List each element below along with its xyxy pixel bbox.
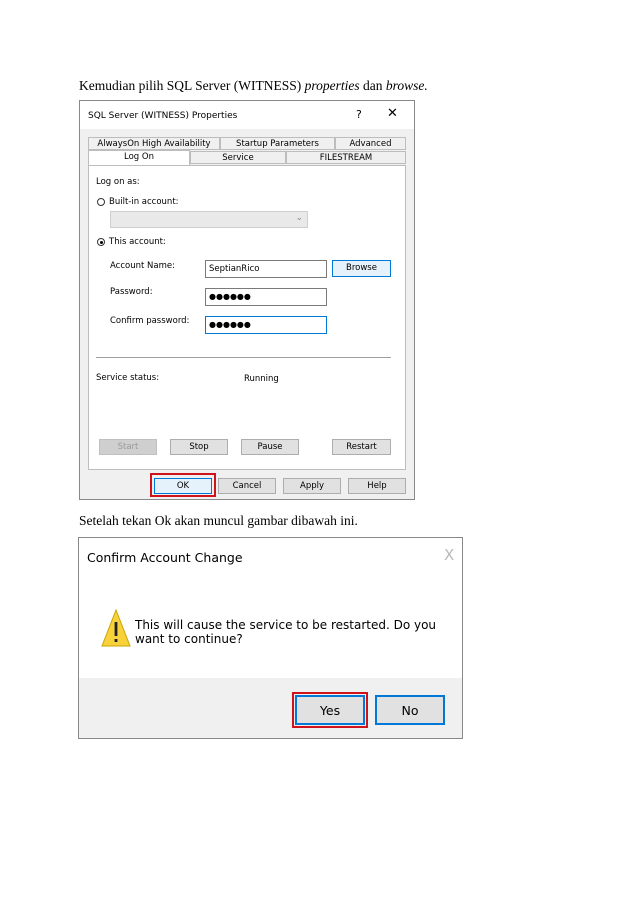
start-button[interactable]: Start [99, 439, 157, 455]
confirm-password-value: ●●●●●● [209, 320, 251, 329]
apply-button[interactable]: Apply [283, 478, 341, 494]
builtin-account-label: Built-in account: [109, 197, 179, 207]
cancel-label: Cancel [232, 481, 262, 491]
account-name-input[interactable]: SeptianRico [205, 260, 327, 278]
para1-italic-browse: browse. [385, 78, 428, 93]
builtin-account-radio[interactable] [97, 198, 105, 206]
dialog-titlebar: SQL Server (WITNESS) Properties ? ✕ [80, 101, 414, 129]
pause-label: Pause [257, 442, 283, 452]
ok-highlight-box [150, 473, 216, 497]
dialog-title: SQL Server (WITNESS) Properties [88, 111, 238, 121]
start-label: Start [117, 442, 139, 452]
builtin-account-select[interactable]: ⌄ [110, 211, 308, 228]
service-status-value: Running [244, 374, 279, 384]
tab-service[interactable]: Service [190, 151, 286, 164]
password-input[interactable]: ●●●●●● [205, 288, 327, 306]
this-account-label: This account: [109, 237, 166, 247]
para1-italic-properties: properties [304, 78, 360, 93]
cancel-button[interactable]: Cancel [218, 478, 276, 494]
apply-label: Apply [300, 481, 324, 491]
no-button[interactable]: No [375, 695, 445, 725]
section-divider [96, 357, 391, 358]
help-label: Help [367, 481, 387, 491]
restart-label: Restart [346, 442, 377, 452]
password-value: ●●●●●● [209, 292, 251, 301]
confirm-account-change-dialog: Confirm Account Change X This will cause… [78, 537, 463, 739]
restart-button[interactable]: Restart [332, 439, 391, 455]
password-label: Password: [110, 287, 153, 297]
sql-server-properties-dialog: SQL Server (WITNESS) Properties ? ✕ Alwa… [79, 100, 415, 500]
warning-icon [101, 608, 131, 647]
stop-button[interactable]: Stop [170, 439, 228, 455]
account-name-label: Account Name: [110, 261, 175, 271]
tab-filestream[interactable]: FILESTREAM [286, 151, 406, 164]
tab-alwayson[interactable]: AlwaysOn High Availability [88, 137, 220, 150]
help-icon[interactable]: ? [356, 108, 362, 121]
dialog-title: Confirm Account Change [87, 550, 243, 565]
instruction-paragraph-1: Kemudian pilih SQL Server (WITNESS) prop… [79, 78, 428, 94]
this-account-radio[interactable] [97, 238, 105, 246]
tab-startup-parameters[interactable]: Startup Parameters [220, 137, 335, 150]
close-icon[interactable]: X [444, 546, 454, 564]
no-label: No [401, 703, 419, 718]
browse-label: Browse [346, 263, 377, 273]
browse-button[interactable]: Browse [332, 260, 391, 277]
confirm-password-label: Confirm password: [110, 316, 190, 326]
tab-label: Advanced [349, 139, 392, 149]
stop-label: Stop [189, 442, 209, 452]
tab-label: FILESTREAM [319, 153, 373, 163]
confirm-password-input[interactable]: ●●●●●● [205, 316, 327, 334]
pause-button[interactable]: Pause [241, 439, 299, 455]
confirm-message: This will cause the service to be restar… [135, 618, 437, 646]
service-status-label: Service status: [96, 373, 160, 383]
help-button[interactable]: Help [348, 478, 406, 494]
tab-log-on[interactable]: Log On [88, 150, 190, 165]
tab-label: Log On [124, 152, 154, 162]
yes-highlight-box [292, 692, 368, 728]
tab-label: Service [222, 153, 254, 163]
tab-label: Startup Parameters [236, 139, 319, 149]
chevron-down-icon: ⌄ [295, 213, 303, 223]
close-icon[interactable]: ✕ [387, 106, 398, 121]
tab-label: AlwaysOn High Availability [97, 139, 211, 149]
instruction-paragraph-2: Setelah tekan Ok akan muncul gambar diba… [79, 513, 358, 528]
account-name-value: SeptianRico [209, 264, 260, 274]
tab-advanced[interactable]: Advanced [335, 137, 406, 150]
para1-text-middle: dan [359, 78, 386, 93]
para1-text: Kemudian pilih SQL Server (WITNESS) [79, 78, 305, 93]
dialog-footer: Yes No [79, 678, 462, 738]
log-on-as-label: Log on as: [96, 177, 140, 187]
